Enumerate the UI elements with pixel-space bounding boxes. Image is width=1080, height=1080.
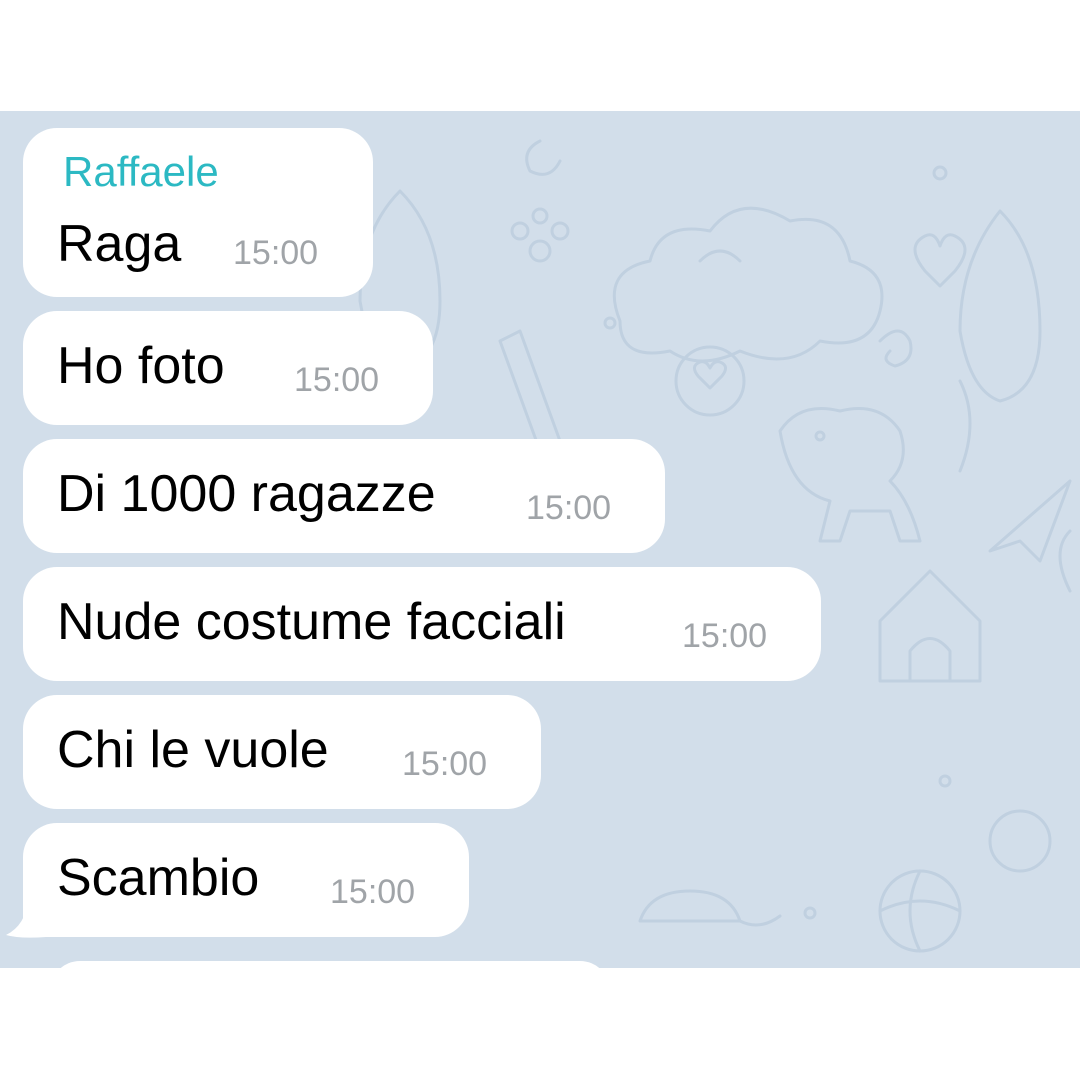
- chat-message-list[interactable]: Raffaele Raga 15:00 Ho foto 15:00 Di 100…: [0, 111, 1080, 968]
- message-bubble[interactable]: Chi le vuole 15:00: [23, 695, 541, 809]
- message-bubble[interactable]: Ho foto 15:00: [23, 311, 433, 425]
- message-bubble-partial[interactable]: [50, 961, 610, 968]
- message-text: Di 1000 ragazze: [57, 465, 436, 523]
- message-time: 15:00: [330, 873, 416, 911]
- screenshot-frame: Raffaele Raga 15:00 Ho foto 15:00 Di 100…: [0, 0, 1080, 1080]
- message-text: Nude costume facciali: [57, 593, 566, 651]
- doodle-heart-icon: [674, 233, 1072, 593]
- message-time: 15:00: [526, 489, 612, 527]
- message-bubble[interactable]: Raffaele Raga 15:00: [23, 128, 373, 297]
- doodle-ball-icon: [878, 869, 962, 953]
- doodle-fox-icon: [358, 189, 1042, 403]
- doodle-dog-icon: [778, 379, 972, 543]
- sender-name[interactable]: Raffaele: [63, 148, 219, 196]
- doodle-plane-icon: [988, 479, 1072, 563]
- doodle-cloud-icon: [612, 206, 884, 363]
- doodle-doghouse-icon: [878, 569, 982, 683]
- message-text: Raga: [57, 215, 182, 273]
- message-time: 15:00: [682, 617, 768, 655]
- message-text: Chi le vuole: [57, 721, 329, 779]
- message-time: 15:00: [233, 234, 319, 272]
- message-bubble[interactable]: Nude costume facciali 15:00: [23, 567, 821, 681]
- message-text: Ho foto: [57, 337, 225, 395]
- doodle-paw-icon: [510, 207, 570, 263]
- message-bubble[interactable]: Di 1000 ragazze 15:00: [23, 439, 665, 553]
- message-time: 15:00: [402, 745, 488, 783]
- doodle-mouse-icon: [638, 809, 1052, 927]
- message-time: 15:00: [294, 361, 380, 399]
- message-bubble[interactable]: Scambio 15:00: [23, 823, 469, 937]
- message-text: Scambio: [57, 849, 260, 907]
